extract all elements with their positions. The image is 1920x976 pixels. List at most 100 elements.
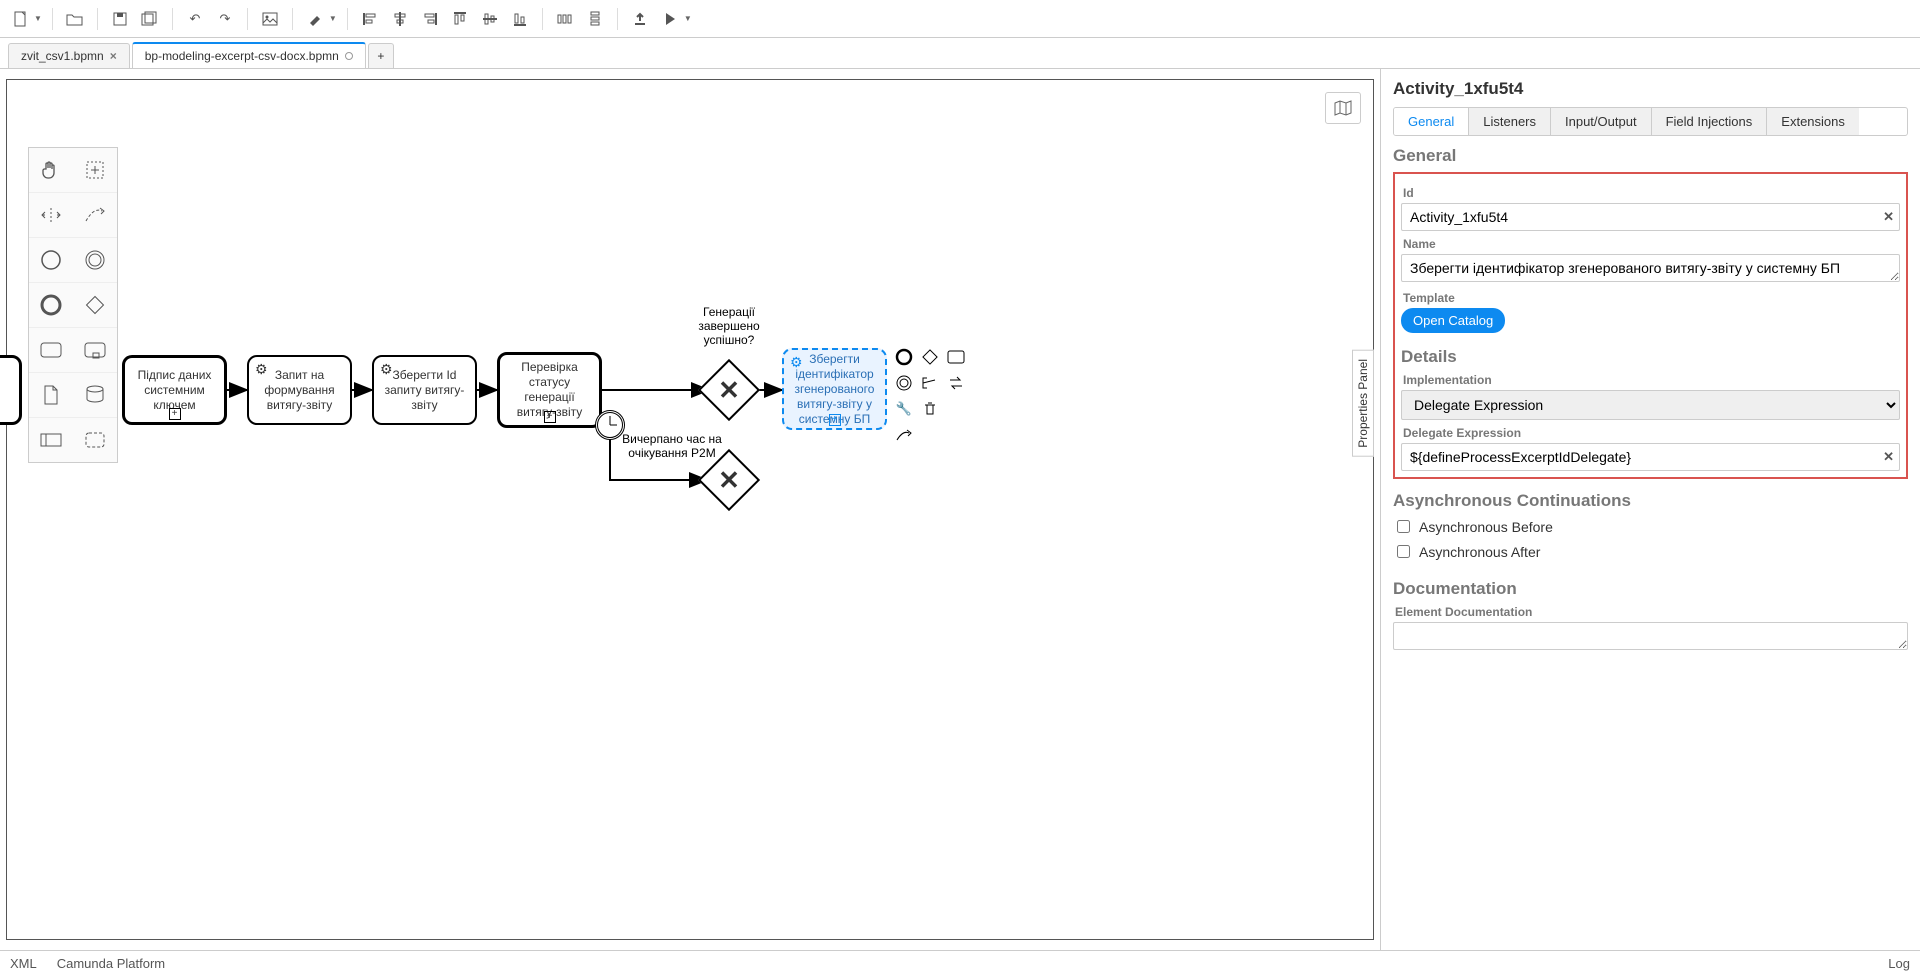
async-after-checkbox[interactable] [1397,545,1410,558]
label-element-doc: Element Documentation [1395,605,1908,619]
section-async: Asynchronous Continuations [1393,491,1908,511]
align-top-icon[interactable] [448,7,472,31]
label-name: Name [1403,237,1900,251]
align-left-icon[interactable] [358,7,382,31]
group-icon[interactable] [73,418,117,462]
async-before-label: Asynchronous Before [1419,519,1553,535]
highlighted-fields: Id ✕ Name Зберегти ідентифікатор згенеро… [1393,172,1908,479]
task-label: Підпис даних системним ключем [129,368,220,413]
align-bottom-icon[interactable] [508,7,532,31]
connect-icon[interactable] [893,424,915,446]
intermediate-event-icon[interactable] [73,238,117,282]
canvas-inner[interactable]: Properties Panel [6,79,1374,940]
upload-icon[interactable] [628,7,652,31]
tab-file-1[interactable]: bp-modeling-excerpt-csv-docx.bpmn [132,42,366,68]
section-details: Details [1401,347,1900,367]
change-type-icon[interactable] [945,372,967,394]
dropdown-caret-icon[interactable]: ▼ [684,14,692,23]
distribute-h-icon[interactable] [553,7,577,31]
diagram-canvas[interactable]: Properties Panel [0,69,1380,950]
gear-icon: ⚙ [380,361,393,379]
context-pad: 🔧 [893,346,967,446]
clear-icon[interactable]: ✕ [1883,209,1894,225]
data-store-icon[interactable] [73,373,117,417]
append-gateway-icon[interactable] [919,346,941,368]
dropdown-caret-icon[interactable]: ▼ [34,14,42,23]
bpmn-exclusive-gateway-top[interactable]: ✕ [698,359,760,421]
task-icon[interactable] [29,328,73,372]
bpmn-service-task-save-id[interactable]: ⚙ Зберегти Id запиту витягу-звіту [372,355,477,425]
implementation-select[interactable]: Delegate Expression [1401,390,1900,420]
clear-icon[interactable]: ✕ [1883,449,1894,465]
tab-file-0[interactable]: zvit_csv1.bpmn × [8,43,130,68]
ptab-listeners[interactable]: Listeners [1468,108,1550,135]
status-bar: XML Camunda Platform Log [0,950,1920,976]
bpmn-service-task-selected[interactable]: ⚙ Зберегти ідентифікатор згенерованого в… [782,348,887,430]
append-intermediate-event-icon[interactable] [893,372,915,394]
async-after-row[interactable]: Asynchronous After [1393,542,1908,561]
ptab-io[interactable]: Input/Output [1550,108,1651,135]
lasso-tool-icon[interactable] [73,148,117,192]
minimap-toggle[interactable] [1325,92,1361,124]
ptab-field-injections[interactable]: Field Injections [1651,108,1767,135]
subprocess-marker-icon: + [169,408,181,420]
ptab-general[interactable]: General [1394,108,1468,135]
align-center-icon[interactable] [388,7,412,31]
paint-icon[interactable] [303,7,327,31]
save-icon[interactable] [108,7,132,31]
image-export-icon[interactable] [258,7,282,31]
align-right-icon[interactable] [418,7,442,31]
map-icon [1333,99,1353,117]
label-id: Id [1403,186,1900,200]
tab-add[interactable]: + [368,43,394,68]
close-icon[interactable]: × [110,49,117,63]
open-catalog-button[interactable]: Open Catalog [1401,308,1505,333]
status-log[interactable]: Log [1888,956,1910,971]
open-file-icon[interactable] [63,7,87,31]
distribute-v-icon[interactable] [583,7,607,31]
play-icon[interactable] [658,7,682,31]
bpmn-service-task-request[interactable]: ⚙ Запит на формування витягу-звіту [247,355,352,425]
properties-panel: Activity_1xfu5t4 General Listeners Input… [1380,69,1920,950]
status-platform[interactable]: Camunda Platform [57,956,165,971]
tab-label: zvit_csv1.bpmn [21,49,104,63]
section-documentation: Documentation [1393,579,1908,599]
space-tool-icon[interactable] [29,193,73,237]
redo-icon[interactable]: ↷ [213,7,237,31]
hand-tool-icon[interactable] [29,148,73,192]
new-file-icon[interactable] [8,7,32,31]
delete-icon[interactable] [919,398,941,420]
bpmn-subprocess-check-status[interactable]: Перевірка статусу генерації витягу-звіту… [497,352,602,428]
save-all-icon[interactable] [138,7,162,31]
name-input[interactable]: Зберегти ідентифікатор згенерованого вит… [1401,254,1900,282]
undo-icon[interactable]: ↶ [183,7,207,31]
element-doc-input[interactable] [1393,622,1908,650]
dropdown-caret-icon[interactable]: ▼ [329,14,337,23]
wrench-icon[interactable]: 🔧 [893,398,915,420]
data-object-icon[interactable] [29,373,73,417]
async-before-checkbox[interactable] [1397,520,1410,533]
status-xml[interactable]: XML [10,956,37,971]
annotation-icon[interactable] [919,372,941,394]
file-tabs: zvit_csv1.bpmn × bp-modeling-excerpt-csv… [0,38,1920,68]
end-event-icon[interactable] [29,283,73,327]
append-end-event-icon[interactable] [893,346,915,368]
gateway-icon[interactable] [73,283,117,327]
async-before-row[interactable]: Asynchronous Before [1393,517,1908,536]
bpmn-timer-event-icon[interactable] [595,410,625,440]
bpmn-task-partial[interactable]: + [0,355,22,425]
align-middle-icon[interactable] [478,7,502,31]
section-general: General [1393,146,1908,166]
subprocess-marker-icon: + [829,414,841,426]
delegate-expression-input[interactable] [1401,443,1900,471]
tab-label: bp-modeling-excerpt-csv-docx.bpmn [145,49,339,63]
ptab-extensions[interactable]: Extensions [1766,108,1859,135]
properties-panel-toggle[interactable]: Properties Panel [1352,350,1374,457]
append-task-icon[interactable] [945,346,967,368]
subprocess-icon[interactable] [73,328,117,372]
participant-icon[interactable] [29,418,73,462]
start-event-icon[interactable] [29,238,73,282]
id-input[interactable] [1401,203,1900,231]
connect-tool-icon[interactable] [73,193,117,237]
bpmn-call-activity-sign[interactable]: Підпис даних системним ключем + [122,355,227,425]
